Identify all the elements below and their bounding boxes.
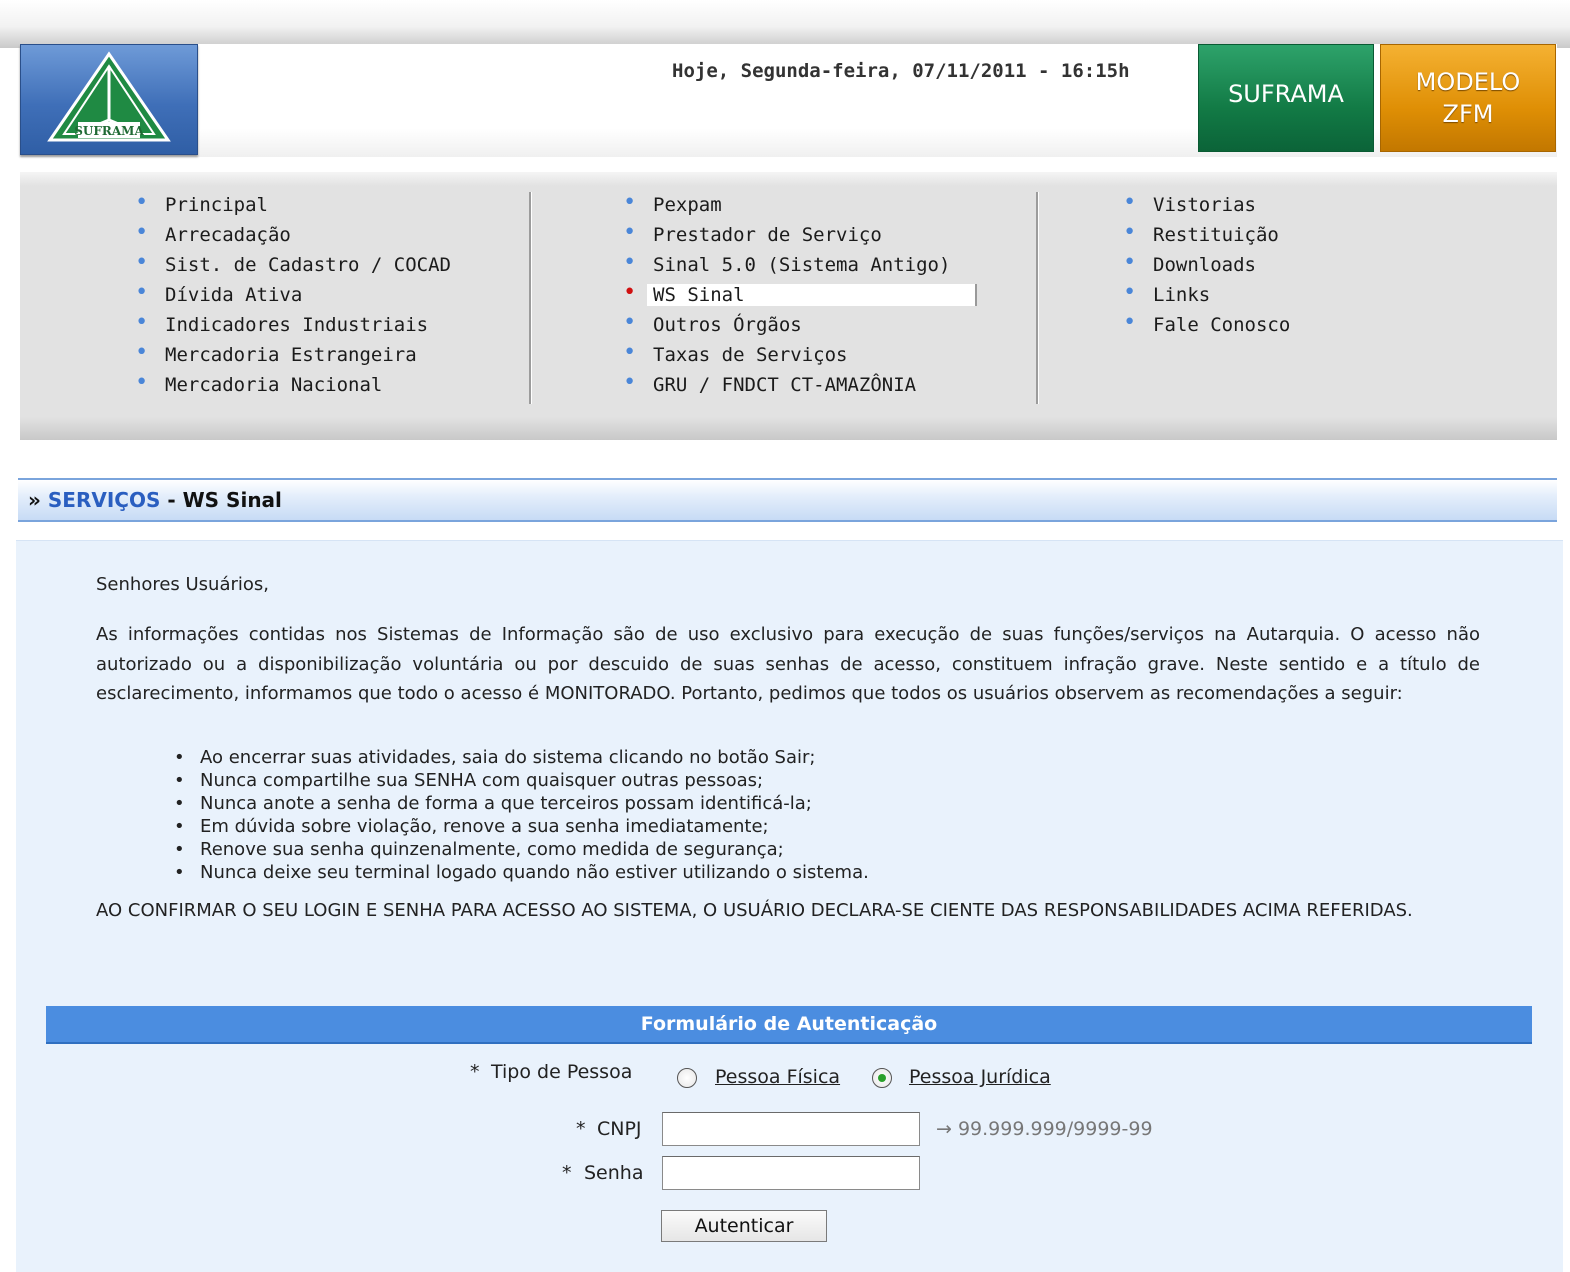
radio-selected-dot xyxy=(878,1074,886,1082)
top-bar xyxy=(0,0,1570,48)
cnpj-label: CNPJ xyxy=(597,1118,642,1140)
menu-item-arrecadacao[interactable]: • Arrecadação xyxy=(133,220,451,250)
logo-text: SUFRAMA xyxy=(74,124,144,138)
autenticar-button[interactable]: Autenticar xyxy=(661,1210,827,1242)
bullet-icon: • xyxy=(135,250,149,275)
suframa-logo[interactable]: SUFRAMA xyxy=(20,44,198,155)
bullet-icon: • xyxy=(1123,310,1137,335)
breadcrumb-current: WS Sinal xyxy=(182,488,282,512)
notice-paragraph: As informações contidas nos Sistemas de … xyxy=(96,624,1480,704)
menu-item-downloads[interactable]: • Downloads xyxy=(1121,250,1290,280)
suframa-button[interactable]: SUFRAMA xyxy=(1198,44,1374,152)
menu-item-sinal-antigo[interactable]: • Sinal 5.0 (Sistema Antigo) xyxy=(621,250,977,280)
menu-item-restituicao[interactable]: • Restituição xyxy=(1121,220,1290,250)
menu-divider xyxy=(1036,192,1039,404)
bullet-icon: • xyxy=(135,190,149,215)
menu-item-prestador[interactable]: • Prestador de Serviço xyxy=(621,220,977,250)
pessoa-fisica-radio[interactable] xyxy=(677,1068,697,1088)
bullet-icon: • xyxy=(623,310,637,335)
menu-item-ws-sinal[interactable]: • WS Sinal xyxy=(621,280,977,310)
modelo-zfm-button[interactable]: MODELO ZFM xyxy=(1380,44,1556,152)
menu-item-divida-ativa[interactable]: • Dívida Ativa xyxy=(133,280,451,310)
menu-item-mercadoria-estrangeira[interactable]: • Mercadoria Estrangeira xyxy=(133,340,451,370)
cnpj-hint: → 99.999.999/9999-99 xyxy=(936,1118,1153,1140)
pessoa-juridica-label[interactable]: Pessoa Jurídica xyxy=(909,1066,1051,1088)
bullet-icon: • xyxy=(623,220,637,245)
list-item: Nunca compartilhe sua SENHA com quaisque… xyxy=(170,769,869,792)
menu-item-fale-conosco[interactable]: • Fale Conosco xyxy=(1121,310,1290,340)
pessoa-fisica-label[interactable]: Pessoa Física xyxy=(715,1066,840,1088)
pessoa-juridica-radio[interactable] xyxy=(872,1068,892,1088)
menu-item-vistorias[interactable]: • Vistorias xyxy=(1121,190,1290,220)
menu-item-gru[interactable]: • GRU / FNDCT CT-AMAZÔNIA xyxy=(621,370,977,400)
senha-label: Senha xyxy=(584,1162,644,1184)
bullet-icon: • xyxy=(623,340,637,365)
bullet-icon: • xyxy=(135,280,149,305)
list-item: Nunca deixe seu terminal logado quando n… xyxy=(170,861,869,884)
bullet-icon: • xyxy=(623,190,637,215)
menu-divider xyxy=(529,192,532,404)
active-bullet-icon: • xyxy=(623,280,637,305)
breadcrumb: » SERVIÇOS - WS Sinal xyxy=(28,488,282,512)
required-mark: * xyxy=(576,1118,586,1140)
menu-column-1: • Principal • Arrecadação • Sist. de Cadast… xyxy=(133,190,451,400)
logo-triangle-icon: SUFRAMA xyxy=(47,51,171,142)
bullet-icon: • xyxy=(1123,220,1137,245)
form-title: Formulário de Autenticação xyxy=(46,1006,1532,1044)
menu-item-mercadoria-nacional[interactable]: • Mercadoria Nacional xyxy=(133,370,451,400)
menu-item-indicadores[interactable]: • Indicadores Industriais xyxy=(133,310,451,340)
menu-item-principal[interactable]: • Principal xyxy=(133,190,451,220)
menu-item-outros-orgaos[interactable]: • Outros Órgãos xyxy=(621,310,977,340)
list-item: Nunca anote a senha de forma a que terce… xyxy=(170,792,869,815)
bullet-icon: • xyxy=(135,340,149,365)
list-item: Renove sua senha quinzenalmente, como me… xyxy=(170,838,869,861)
senha-input[interactable] xyxy=(662,1156,920,1190)
menu-item-links[interactable]: • Links xyxy=(1121,280,1290,310)
bullet-icon: • xyxy=(135,220,149,245)
required-mark: * xyxy=(562,1162,572,1184)
cnpj-input[interactable] xyxy=(662,1112,920,1146)
tipo-pessoa-label: Tipo de Pessoa xyxy=(491,1061,633,1083)
menu-item-taxas[interactable]: • Taxas de Serviços xyxy=(621,340,977,370)
list-item: Ao encerrar suas atividades, saia do sis… xyxy=(170,746,869,769)
bullet-icon: • xyxy=(1123,190,1137,215)
breadcrumb-separator: - xyxy=(167,488,176,512)
recommendations-list: Ao encerrar suas atividades, saia do sis… xyxy=(170,746,869,884)
bullet-icon: • xyxy=(623,370,637,395)
current-date: Hoje, Segunda-feira, 07/11/2011 - 16:15h xyxy=(672,60,1130,82)
menu-column-3: • Vistorias • Restituição • Downloads • Link… xyxy=(1121,190,1290,340)
bullet-icon: • xyxy=(1123,250,1137,275)
bullet-icon: • xyxy=(135,310,149,335)
breadcrumb-servicos-link[interactable]: SERVIÇOS xyxy=(48,488,160,512)
bullet-icon: • xyxy=(1123,280,1137,305)
arrow-right-icon: → xyxy=(936,1118,952,1140)
modelo-line2: ZFM xyxy=(1442,100,1494,128)
notice-closing: AO CONFIRMAR O SEU LOGIN E SENHA PARA AC… xyxy=(96,900,1413,921)
bullet-icon: • xyxy=(135,370,149,395)
bullet-icon: • xyxy=(623,250,637,275)
menu-column-2: • Pexpam • Prestador de Serviço • Sinal 5.0… xyxy=(621,190,977,400)
breadcrumb-arrow-icon: » xyxy=(28,488,41,512)
modelo-line1: MODELO xyxy=(1415,68,1521,96)
menu-item-pexpam[interactable]: • Pexpam xyxy=(621,190,977,220)
list-item: Em dúvida sobre violação, renove a sua s… xyxy=(170,815,869,838)
required-mark: * xyxy=(470,1061,480,1083)
menu-item-cadastro[interactable]: • Sist. de Cadastro / COCAD xyxy=(133,250,451,280)
notice-greeting: Senhores Usuários, xyxy=(96,574,270,595)
